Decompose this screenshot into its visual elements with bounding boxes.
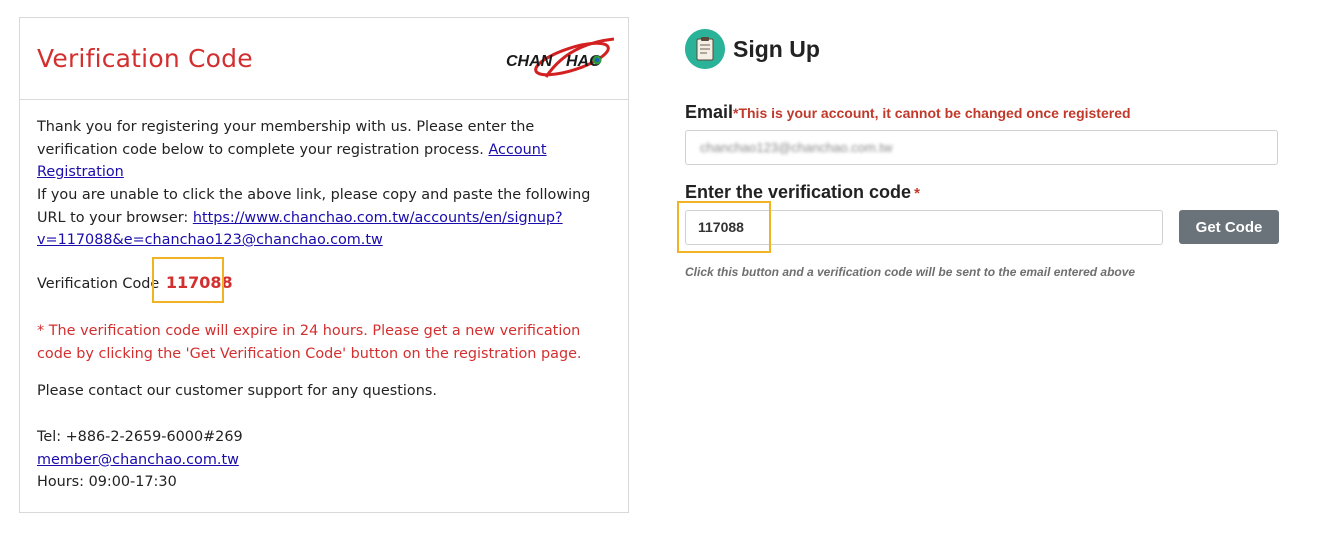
intro-paragraph: Thank you for registering your membershi… bbox=[37, 116, 617, 184]
signup-title: Sign Up bbox=[733, 36, 820, 62]
expiry-note: * The verification code will expire in 2… bbox=[37, 323, 582, 362]
verification-code-label: Verification Code bbox=[37, 276, 160, 292]
email-field-note: *This is your account, it cannot be chan… bbox=[733, 105, 1131, 121]
contact-text: Please contact our customer support for … bbox=[37, 383, 437, 399]
verification-code-field-label-text: Enter the verification code bbox=[685, 182, 912, 202]
email-field-label: Email bbox=[685, 102, 734, 122]
code-highlight-box bbox=[152, 257, 224, 303]
intro-text: Thank you for registering your membershi… bbox=[37, 119, 535, 158]
email-header: Verification Code CHAN HAO bbox=[20, 18, 628, 100]
contact-details: Tel: +886-2-2659-6000#269 member@chancha… bbox=[37, 426, 243, 494]
support-hours: Hours: 09:00-17:30 bbox=[37, 474, 177, 490]
get-code-button[interactable]: Get Code bbox=[1179, 210, 1279, 244]
verification-email-card: Verification Code CHAN HAO Thank you for… bbox=[19, 17, 629, 513]
email-title: Verification Code bbox=[37, 44, 253, 73]
verification-code-line: Verification Code 117088 bbox=[37, 257, 233, 303]
support-email-link[interactable]: member@chanchao.com.tw bbox=[37, 452, 239, 468]
fallback-paragraph: If you are unable to click the above lin… bbox=[37, 184, 617, 252]
email-field[interactable]: chanchao123@chanchao.com.tw bbox=[685, 130, 1278, 165]
chanchao-logo: CHAN HAO bbox=[506, 37, 614, 78]
svg-text:CHAN: CHAN bbox=[506, 53, 553, 70]
verification-code-field-label: Enter the verification code * bbox=[685, 182, 920, 203]
code-field-highlight-box bbox=[677, 201, 771, 253]
get-code-hint: Click this button and a verification cod… bbox=[685, 265, 1136, 279]
email-field-value: chanchao123@chanchao.com.tw bbox=[700, 140, 893, 155]
required-mark: * bbox=[914, 185, 920, 202]
support-phone: Tel: +886-2-2659-6000#269 bbox=[37, 429, 243, 445]
clipboard-icon bbox=[685, 29, 725, 69]
